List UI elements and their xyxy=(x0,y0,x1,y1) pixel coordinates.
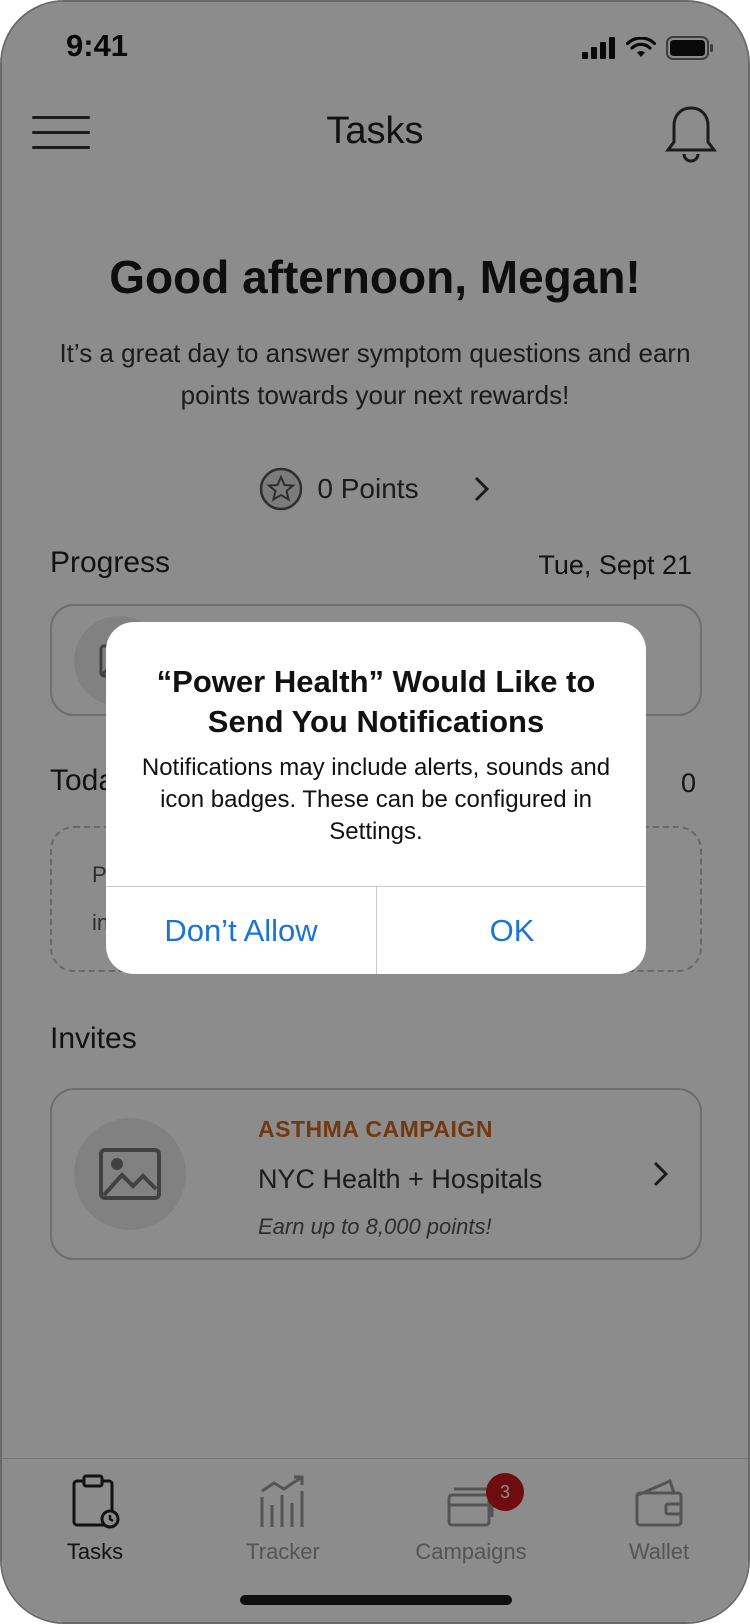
alert-title: “Power Health” Would Like to Send You No… xyxy=(156,664,596,739)
phone-frame: 9:41 Tasks Good afternoon, Megan! It’s a… xyxy=(0,0,750,1624)
ok-button[interactable]: OK xyxy=(377,887,646,974)
notification-permission-alert: “Power Health” Would Like to Send You No… xyxy=(106,622,646,974)
dont-allow-button[interactable]: Don’t Allow xyxy=(106,887,376,974)
home-indicator xyxy=(240,1595,512,1605)
alert-message: Notifications may include alerts, sounds… xyxy=(141,754,611,845)
